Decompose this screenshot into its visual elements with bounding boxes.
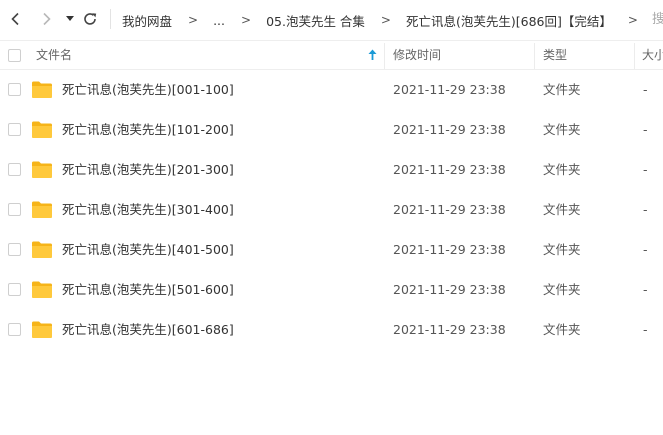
column-header-type[interactable]: 类型	[543, 41, 633, 69]
file-modified: 2021-11-29 23:38	[393, 122, 506, 137]
file-type: 文件夹	[543, 162, 581, 177]
refresh-icon	[84, 13, 97, 25]
file-row[interactable]: 死亡讯息(泡芙先生)[101-200] 2021-11-29 23:38 文件夹…	[0, 110, 663, 150]
file-type: 文件夹	[543, 282, 581, 297]
chevron-right-icon	[43, 12, 51, 26]
file-type: 文件夹	[543, 322, 581, 337]
file-name[interactable]: 死亡讯息(泡芙先生)[401-500]	[62, 230, 234, 270]
file-type: 文件夹	[543, 122, 581, 137]
file-row[interactable]: 死亡讯息(泡芙先生)[401-500] 2021-11-29 23:38 文件夹…	[0, 230, 663, 270]
folder-icon	[32, 161, 52, 178]
folder-icon	[32, 81, 52, 98]
chevron-left-icon	[11, 12, 19, 26]
file-name[interactable]: 死亡讯息(泡芙先生)[201-300]	[62, 150, 234, 190]
file-size: -	[643, 122, 648, 137]
file-name[interactable]: 死亡讯息(泡芙先生)[501-600]	[62, 270, 234, 310]
select-all-checkbox[interactable]	[8, 49, 21, 62]
column-header-name-label: 文件名	[36, 48, 73, 62]
file-size: -	[643, 322, 648, 337]
row-checkbox[interactable]	[8, 203, 21, 216]
column-divider[interactable]	[534, 43, 535, 69]
file-size: -	[643, 242, 648, 257]
arrow-up-icon[interactable]	[368, 49, 377, 61]
row-checkbox[interactable]	[8, 243, 21, 256]
column-header-size-label: 大小	[642, 48, 663, 62]
file-row[interactable]: 死亡讯息(泡芙先生)[001-100] 2021-11-29 23:38 文件夹…	[0, 70, 663, 110]
file-modified: 2021-11-29 23:38	[393, 202, 506, 217]
file-type: 文件夹	[543, 202, 581, 217]
file-type: 文件夹	[543, 242, 581, 257]
forward-button[interactable]	[36, 9, 56, 29]
column-divider[interactable]	[634, 43, 635, 69]
folder-icon	[32, 241, 52, 258]
breadcrumb-separator: >	[627, 13, 638, 27]
column-header-size[interactable]: 大小	[642, 41, 663, 69]
refresh-button[interactable]	[80, 9, 100, 29]
folder-icon	[32, 321, 52, 338]
file-modified: 2021-11-29 23:38	[393, 162, 506, 177]
file-name[interactable]: 死亡讯息(泡芙先生)[001-100]	[62, 70, 234, 110]
file-name[interactable]: 死亡讯息(泡芙先生)[301-400]	[62, 190, 234, 230]
file-name[interactable]: 死亡讯息(泡芙先生)[601-686]	[62, 310, 234, 350]
file-size: -	[643, 282, 648, 297]
folder-icon	[32, 281, 52, 298]
file-modified: 2021-11-29 23:38	[393, 242, 506, 257]
column-header-type-label: 类型	[543, 48, 568, 62]
breadcrumb-separator: >	[380, 13, 391, 27]
file-modified: 2021-11-29 23:38	[393, 282, 506, 297]
breadcrumb-item-root[interactable]: 我的网盘	[122, 11, 172, 30]
row-checkbox[interactable]	[8, 163, 21, 176]
folder-icon	[32, 121, 52, 138]
toolbar: 我的网盘 > ... > 05.泡芙先生 合集 > 死亡讯息(泡芙先生)[686…	[0, 0, 663, 40]
file-modified: 2021-11-29 23:38	[393, 322, 506, 337]
column-header-modified-label: 修改时间	[393, 48, 442, 62]
file-row[interactable]: 死亡讯息(泡芙先生)[601-686] 2021-11-29 23:38 文件夹…	[0, 310, 663, 350]
caret-down-icon	[66, 16, 74, 21]
breadcrumb-item-collection[interactable]: 05.泡芙先生 合集	[266, 11, 365, 30]
file-size: -	[643, 162, 648, 177]
column-header-name[interactable]: 文件名	[36, 41, 376, 69]
file-modified: 2021-11-29 23:38	[393, 82, 506, 97]
breadcrumb-item-current[interactable]: 死亡讯息(泡芙先生)[686回]【完结】	[406, 11, 612, 30]
search-button-partial[interactable]: 搜	[652, 0, 663, 40]
row-checkbox[interactable]	[8, 123, 21, 136]
row-checkbox[interactable]	[8, 323, 21, 336]
file-size: -	[643, 82, 648, 97]
file-row[interactable]: 死亡讯息(泡芙先生)[301-400] 2021-11-29 23:38 文件夹…	[0, 190, 663, 230]
history-dropdown-button[interactable]	[60, 9, 80, 29]
file-list-header: 文件名 修改时间 类型 大小	[0, 40, 663, 70]
breadcrumb-item-ellipsis[interactable]: ...	[213, 13, 225, 28]
folder-icon	[32, 201, 52, 218]
breadcrumb-separator: >	[188, 13, 199, 27]
toolbar-divider	[110, 9, 111, 29]
row-checkbox[interactable]	[8, 83, 21, 96]
row-checkbox[interactable]	[8, 283, 21, 296]
column-header-modified[interactable]: 修改时间	[393, 41, 533, 69]
breadcrumb: 我的网盘 > ... > 05.泡芙先生 合集 > 死亡讯息(泡芙先生)[686…	[122, 0, 653, 40]
breadcrumb-separator: >	[241, 13, 252, 27]
file-type: 文件夹	[543, 82, 581, 97]
file-size: -	[643, 202, 648, 217]
column-divider[interactable]	[384, 43, 385, 69]
file-name[interactable]: 死亡讯息(泡芙先生)[101-200]	[62, 110, 234, 150]
file-row[interactable]: 死亡讯息(泡芙先生)[501-600] 2021-11-29 23:38 文件夹…	[0, 270, 663, 310]
back-button[interactable]	[6, 9, 26, 29]
file-row[interactable]: 死亡讯息(泡芙先生)[201-300] 2021-11-29 23:38 文件夹…	[0, 150, 663, 190]
